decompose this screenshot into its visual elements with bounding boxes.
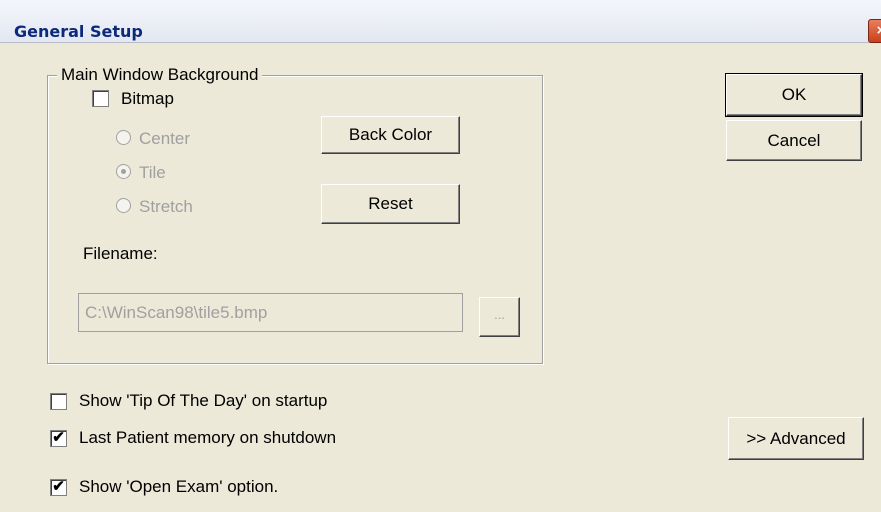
general-setup-dialog: Main Window Background Bitmap Center Til…: [0, 43, 881, 512]
title-bar[interactable]: General Setup ×: [0, 0, 881, 43]
radio-tile[interactable]: [116, 164, 131, 179]
tip-of-day-checkbox[interactable]: [50, 393, 67, 410]
back-color-button[interactable]: Back Color: [321, 116, 460, 154]
browse-button[interactable]: ...: [479, 297, 520, 337]
last-patient-label: Last Patient memory on shutdown: [79, 428, 337, 447]
main-window-background-group: Main Window Background Bitmap Center Til…: [47, 65, 543, 364]
bitmap-checkbox[interactable]: [92, 90, 109, 107]
tip-of-day-label: Show 'Tip Of The Day' on startup: [79, 391, 328, 410]
radio-stretch[interactable]: [116, 198, 131, 213]
radio-center-label: Center: [139, 129, 191, 148]
bitmap-label: Bitmap: [121, 89, 174, 108]
filename-field[interactable]: C:\WinScan98\tile5.bmp: [78, 293, 463, 332]
open-exam-checkbox[interactable]: ✔: [50, 478, 67, 496]
cancel-button[interactable]: Cancel: [726, 120, 862, 161]
close-icon[interactable]: ×: [868, 19, 881, 43]
last-patient-checkbox[interactable]: ✔: [50, 429, 67, 447]
open-exam-label: Show 'Open Exam' option.: [79, 477, 279, 496]
advanced-button[interactable]: >> Advanced: [728, 417, 864, 460]
checkmark-icon: ✔: [52, 478, 65, 495]
ok-button[interactable]: OK: [725, 73, 863, 117]
window-title: General Setup: [14, 22, 143, 41]
reset-button[interactable]: Reset: [321, 184, 460, 224]
radio-stretch-label: Stretch: [139, 197, 193, 216]
group-legend: Main Window Background: [57, 65, 263, 85]
radio-tile-label: Tile: [139, 163, 166, 182]
checkmark-icon: ✔: [52, 429, 65, 446]
radio-selected-dot: [121, 169, 126, 174]
radio-center[interactable]: [116, 130, 131, 145]
filename-label: Filename:: [83, 244, 158, 263]
